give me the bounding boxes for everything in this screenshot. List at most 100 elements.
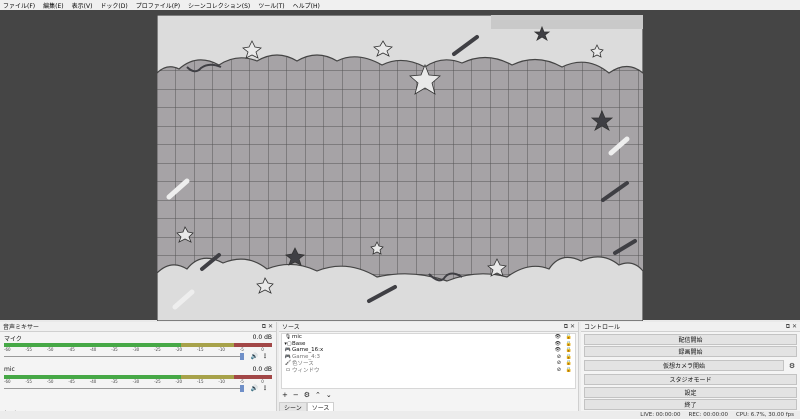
channel-name: マイク [4,336,22,343]
menu-view[interactable]: 表示(V) [72,1,93,10]
start-virtual-camera-button[interactable]: 仮想カメラ開始 [584,360,784,371]
dock-undock-icon[interactable]: ⧉ ✕ [564,323,575,331]
tick-label: -25 [154,379,161,384]
channel-name: mic [4,366,15,373]
tick-label: -45 [68,347,75,352]
tick-label: -20 [175,347,183,352]
dock-area: 音声ミキサー ⧉ ✕ マイク 0.0 dB -60 -55 -50 -45 -4… [0,322,800,419]
gamepad-icon: 🎮 [284,347,292,354]
controls-title: コントロール [584,324,621,331]
mic-icon: 🎙 [284,334,292,341]
hidden-eye-icon[interactable]: ⊘ [557,367,561,373]
cpu-status: CPU: 6.7%, 30.00 fps [735,412,794,418]
dock-undock-icon[interactable]: ⧉ ✕ [786,323,797,331]
sources-toolbar: + − ⚙ ⌃ ⌄ [279,390,578,400]
channel-db: 0.0 dB [252,366,272,373]
rec-status: REC: 00:00:00 [688,412,728,418]
sources-title: ソース [282,324,300,331]
hidden-eye-icon[interactable]: ⊘ [557,354,561,360]
lock-icon[interactable]: 🔒 [566,341,572,347]
tick-label: -15 [196,347,204,352]
source-label: Base [292,340,306,347]
virtual-camera-row: 仮想カメラ開始 ⚙ [581,359,797,373]
tick-label: -30 [132,379,140,384]
tick-label: -30 [132,347,140,352]
slider-handle[interactable] [240,385,244,392]
move-up-icon[interactable]: ⌃ [315,391,321,399]
preview-canvas[interactable] [157,15,643,321]
lock-icon[interactable]: 🔒 [566,367,572,373]
menu-profile[interactable]: プロファイル(P) [136,1,180,10]
audio-mixer-title: 音声ミキサー [3,324,40,331]
preview-area[interactable] [0,10,800,321]
more-options-icon[interactable]: ⋮ [262,353,268,360]
start-recording-button[interactable]: 録画開始 [584,346,797,357]
menu-edit[interactable]: 編集(E) [43,1,63,10]
move-down-icon[interactable]: ⌄ [326,391,332,399]
remove-source-icon[interactable]: − [293,391,299,399]
tick-label: 0 [261,347,264,352]
live-status: LIVE: 00:00:00 [640,412,681,418]
tick-label: -45 [68,379,75,384]
tick-label: -40 [89,347,97,352]
visibility-eye-icon[interactable]: 👁 [555,334,561,340]
gamepad-icon: 🎮 [284,353,292,360]
slider-handle[interactable] [240,353,244,360]
scene-artwork [157,15,643,321]
tick-label: -55 [25,347,32,352]
audio-mixer-dock: 音声ミキサー ⧉ ✕ マイク 0.0 dB -60 -55 -50 -45 -4… [0,322,277,419]
source-label: ウィンドウ [292,367,320,374]
volume-slider[interactable]: 🔊 ⋮ [4,353,272,360]
tick-label: -50 [46,379,54,384]
speaker-icon[interactable]: 🔊 [251,385,258,392]
more-options-icon[interactable]: ⋮ [262,385,268,392]
controls-dock: コントロール ⧉ ✕ 配信開始 録画開始 仮想カメラ開始 ⚙ スタジオモード 設… [581,322,800,419]
lock-icon[interactable]: 🔒 [566,347,572,353]
menu-help[interactable]: ヘルプ(H) [293,1,320,10]
menu-bar: ファイル(F) 編集(E) 表示(V) ドック(D) プロファイル(P) シーン… [0,0,800,10]
lock-icon[interactable]: 🔒 [566,360,572,366]
speaker-icon[interactable]: 🔊 [251,353,258,360]
folder-icon: ▾▢ [284,340,292,347]
dock-undock-icon[interactable]: ⧉ ✕ [262,323,273,331]
tick-label: -60 [4,379,11,384]
lock-icon[interactable]: 🔓 [566,334,572,340]
tick-label: -25 [154,347,161,352]
sources-list: 🎙 mic 👁 🔓 ▾▢ Base 👁 🔒 🎮 Game_16:x 👁 🔒 🎮 … [281,333,576,389]
tick-label: -5 [239,347,244,352]
virtual-camera-gear-icon[interactable]: ⚙ [787,360,797,371]
mixer-channel: マイク 0.0 dB -60 -55 -50 -45 -40 -35 -30 -… [0,332,276,364]
exit-button[interactable]: 終了 [584,399,797,410]
add-source-icon[interactable]: + [282,391,288,399]
mixer-channel: mic 0.0 dB -60 -55 -50 -45 -40 -35 -30 -… [0,364,276,396]
start-streaming-button[interactable]: 配信開始 [584,333,797,345]
source-label: Game_16:x [292,347,324,354]
menu-scene-collection[interactable]: シーンコレクション(S) [188,1,250,10]
tick-label: -10 [218,379,225,384]
tick-label: -5 [239,379,244,384]
tick-label: -15 [196,379,204,384]
status-bar: LIVE: 00:00:00 REC: 00:00:00 CPU: 6.7%, … [0,411,800,419]
menu-tools[interactable]: ツール(T) [258,1,284,10]
lock-icon[interactable]: 🔒 [566,354,572,360]
tick-label: -50 [46,347,54,352]
settings-button[interactable]: 設定 [584,386,797,398]
tick-label: -55 [25,379,32,384]
visibility-eye-icon[interactable]: 👁 [555,341,561,347]
source-properties-gear-icon[interactable]: ⚙ [304,391,310,399]
visibility-eye-icon[interactable]: 👁 [555,347,561,353]
source-label: mic [292,334,302,341]
volume-slider[interactable]: 🔊 ⋮ [4,385,272,392]
tick-label: -35 [111,347,118,352]
paint-icon: 🖌 [284,360,292,367]
sources-title-bar: ソース ⧉ ✕ [279,322,578,332]
hidden-eye-icon[interactable]: ⊘ [557,360,561,366]
tick-label: -10 [218,347,225,352]
studio-mode-button[interactable]: スタジオモード [584,374,797,385]
tick-label: -20 [175,379,183,384]
menu-dock[interactable]: ドック(D) [100,1,127,10]
controls-title-bar: コントロール ⧉ ✕ [581,322,800,332]
tick-label: -60 [4,347,11,352]
source-item[interactable]: ▭ ウィンドウ ⊘ 🔒 [282,367,575,374]
menu-file[interactable]: ファイル(F) [3,1,35,10]
